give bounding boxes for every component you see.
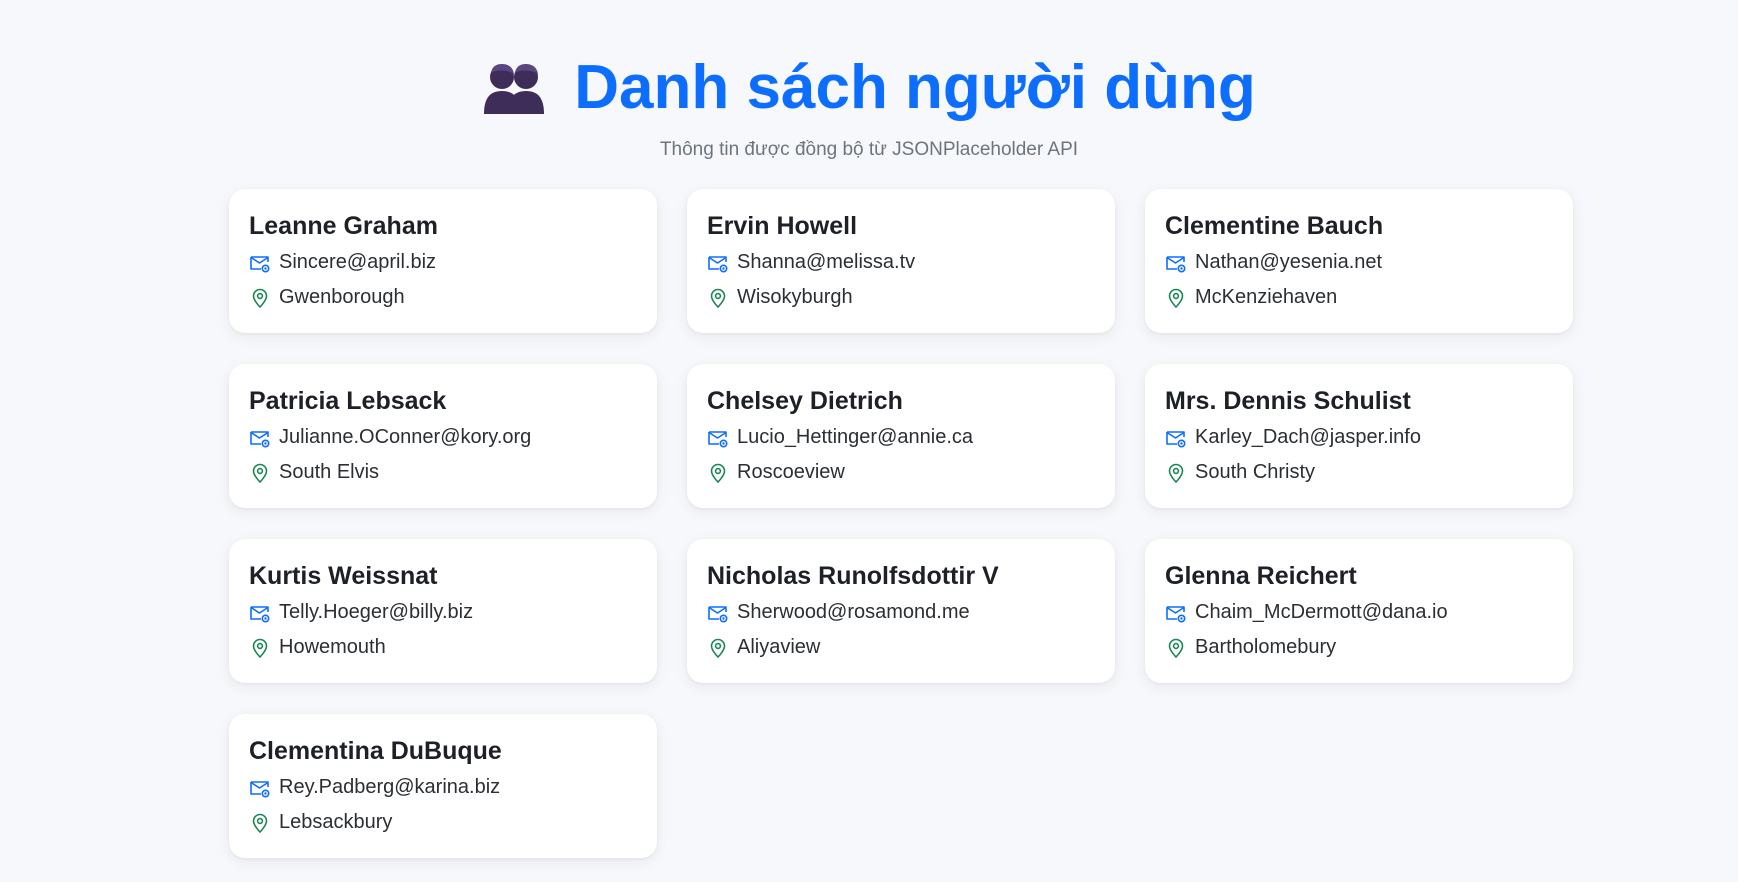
page-title: Danh sách người dùng (574, 53, 1256, 122)
user-card: Patricia Lebsack Julianne.OConner@kory.o… (229, 364, 657, 508)
page: Danh sách người dùng Thông tin được đồng… (0, 0, 1738, 882)
user-card: Clementine Bauch Nathan@yesenia.net McKe… (1145, 189, 1573, 333)
user-card: Chelsey Dietrich Lucio_Hettinger@annie.c… (687, 364, 1115, 508)
email-row: Lucio_Hettinger@annie.ca (707, 420, 1095, 455)
user-city: McKenziehaven (1195, 286, 1338, 308)
location-row: Wisokyburgh (707, 280, 1095, 315)
email-row: Sherwood@rosamond.me (707, 595, 1095, 630)
user-email: Julianne.OConner@kory.org (279, 426, 532, 448)
location-row: Howemouth (249, 630, 637, 665)
user-card: Glenna Reichert Chaim_McDermott@dana.io … (1145, 539, 1573, 683)
location-pin-icon (249, 462, 271, 484)
user-email: Sherwood@rosamond.me (737, 601, 970, 623)
user-city: Howemouth (279, 636, 386, 658)
location-row: Aliyaview (707, 630, 1095, 665)
location-pin-icon (707, 462, 729, 484)
user-name: Kurtis Weissnat (249, 562, 438, 590)
user-city: Wisokyburgh (737, 286, 853, 308)
email-row: Telly.Hoeger@billy.biz (249, 595, 637, 630)
envelope-at-icon (249, 427, 271, 449)
user-email: Karley_Dach@jasper.info (1195, 426, 1421, 448)
envelope-at-icon (1165, 602, 1187, 624)
location-pin-icon (249, 287, 271, 309)
envelope-at-icon (249, 252, 271, 274)
user-name: Clementine Bauch (1165, 212, 1384, 240)
email-row: Chaim_McDermott@dana.io (1165, 595, 1553, 630)
title-row: Danh sách người dùng (482, 46, 1256, 130)
location-pin-icon (707, 287, 729, 309)
user-card: Leanne Graham Sincere@april.biz Gwenboro… (229, 189, 657, 333)
email-row: Sincere@april.biz (249, 245, 637, 280)
location-row: McKenziehaven (1165, 280, 1553, 315)
location-pin-icon (707, 637, 729, 659)
location-pin-icon (1165, 287, 1187, 309)
user-city: South Elvis (279, 461, 380, 483)
user-card: Clementina DuBuque Rey.Padberg@karina.bi… (229, 714, 657, 858)
user-name: Nicholas Runolfsdottir V (707, 562, 999, 590)
location-row: Roscoeview (707, 455, 1095, 490)
envelope-at-icon (249, 777, 271, 799)
user-card-grid: Leanne Graham Sincere@april.biz Gwenboro… (229, 189, 1573, 858)
user-name: Glenna Reichert (1165, 562, 1357, 590)
location-pin-icon (249, 637, 271, 659)
user-card: Nicholas Runolfsdottir V Sherwood@rosamo… (687, 539, 1115, 683)
user-name: Ervin Howell (707, 212, 858, 240)
location-row: Gwenborough (249, 280, 637, 315)
location-pin-icon (1165, 637, 1187, 659)
user-city: Aliyaview (737, 636, 821, 658)
location-pin-icon (249, 812, 271, 834)
location-row: Lebsackbury (249, 805, 637, 840)
user-email: Chaim_McDermott@dana.io (1195, 601, 1448, 623)
email-row: Julianne.OConner@kory.org (249, 420, 637, 455)
location-pin-icon (1165, 462, 1187, 484)
email-row: Nathan@yesenia.net (1165, 245, 1553, 280)
user-name: Mrs. Dennis Schulist (1165, 387, 1411, 415)
user-email: Sincere@april.biz (279, 251, 437, 273)
envelope-at-icon (1165, 427, 1187, 449)
user-name: Chelsey Dietrich (707, 387, 903, 415)
user-card: Mrs. Dennis Schulist Karley_Dach@jasper.… (1145, 364, 1573, 508)
envelope-at-icon (249, 602, 271, 624)
envelope-at-icon (1165, 252, 1187, 274)
user-email: Telly.Hoeger@billy.biz (279, 601, 474, 623)
user-email: Lucio_Hettinger@annie.ca (737, 426, 974, 448)
page-header: Danh sách người dùng Thông tin được đồng… (0, 46, 1738, 162)
user-email: Shanna@melissa.tv (737, 251, 916, 273)
envelope-at-icon (707, 427, 729, 449)
email-row: Shanna@melissa.tv (707, 245, 1095, 280)
page-subtitle: Thông tin được đồng bộ từ JSONPlaceholde… (659, 139, 1079, 160)
user-email: Rey.Padberg@karina.biz (279, 776, 501, 798)
users-icon (482, 60, 546, 116)
user-city: South Christy (1195, 461, 1316, 483)
location-row: Bartholomebury (1165, 630, 1553, 665)
email-row: Rey.Padberg@karina.biz (249, 770, 637, 805)
user-card: Kurtis Weissnat Telly.Hoeger@billy.biz H… (229, 539, 657, 683)
user-name: Patricia Lebsack (249, 387, 447, 415)
user-city: Roscoeview (737, 461, 845, 483)
user-city: Bartholomebury (1195, 636, 1337, 658)
user-email: Nathan@yesenia.net (1195, 251, 1383, 273)
envelope-at-icon (707, 252, 729, 274)
user-city: Lebsackbury (279, 811, 393, 833)
envelope-at-icon (707, 602, 729, 624)
location-row: South Elvis (249, 455, 637, 490)
user-card: Ervin Howell Shanna@melissa.tv Wisokybur… (687, 189, 1115, 333)
email-row: Karley_Dach@jasper.info (1165, 420, 1553, 455)
user-name: Clementina DuBuque (249, 737, 502, 765)
user-city: Gwenborough (279, 286, 405, 308)
location-row: South Christy (1165, 455, 1553, 490)
user-name: Leanne Graham (249, 212, 438, 240)
